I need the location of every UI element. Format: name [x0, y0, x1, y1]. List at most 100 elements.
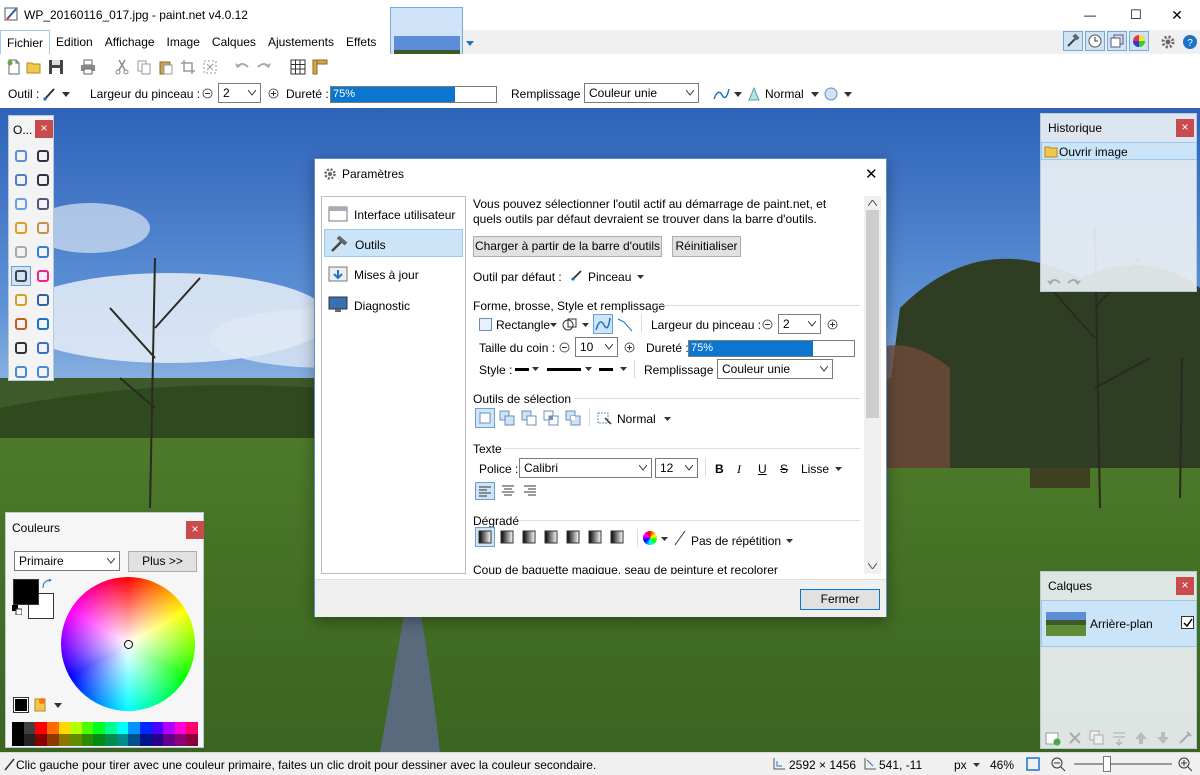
palette-swatch-dark[interactable] [12, 734, 24, 746]
antialiasing-icon[interactable] [712, 86, 730, 102]
undo-icon[interactable] [234, 59, 250, 75]
dialog-fill-combo[interactable]: Couleur unie [717, 359, 833, 379]
merge-layer-icon[interactable] [1111, 730, 1127, 746]
magic-wand-tool-icon[interactable] [11, 218, 31, 238]
palette-swatch[interactable] [35, 722, 47, 734]
history-panel-close-button[interactable]: × [1176, 119, 1194, 137]
palette-swatch[interactable] [23, 722, 36, 734]
delete-layer-icon[interactable] [1067, 730, 1083, 746]
units-selector[interactable]: px [954, 758, 967, 772]
history-redo-icon[interactable] [1067, 276, 1081, 288]
history-item[interactable]: Ouvrir image [1041, 142, 1197, 160]
font-size-combo[interactable]: 12 [655, 458, 698, 478]
dialog-brush-width-combo[interactable]: 2 [778, 314, 821, 334]
lasso-select-tool-icon[interactable] [11, 170, 31, 190]
move-layer-up-icon[interactable] [1133, 730, 1149, 746]
font-family-combo[interactable]: Calibri [519, 458, 652, 478]
palette-swatch-dark[interactable] [93, 734, 105, 746]
palette-swatch-dark[interactable] [174, 734, 187, 746]
close-button[interactable]: ✕ [1154, 0, 1200, 30]
palette-swatch[interactable] [46, 722, 59, 734]
increase-width-icon[interactable] [268, 88, 279, 99]
palette-swatch[interactable] [93, 722, 105, 734]
antialias-off-toggle[interactable] [616, 316, 634, 332]
maximize-button[interactable]: ☐ [1113, 0, 1159, 30]
load-from-toolbar-button[interactable]: Charger à partir de la barre d'outils [473, 236, 662, 257]
color-wheel[interactable] [61, 577, 195, 711]
tools-toggle-button[interactable] [1063, 31, 1083, 51]
default-tool-value[interactable]: Pinceau [588, 270, 631, 284]
line-start-dropdown-icon[interactable] [532, 367, 539, 371]
fill-mode-combo[interactable]: Couleur unie [584, 83, 699, 103]
history-undo-icon[interactable] [1047, 276, 1061, 288]
align-left-toggle[interactable] [475, 482, 495, 500]
palette-swatch[interactable] [81, 722, 94, 734]
palette-dropdown-icon[interactable] [54, 703, 62, 708]
colors-panel-close-button[interactable]: × [186, 521, 204, 539]
scroll-down-icon[interactable] [868, 563, 877, 569]
palette-swatch-dark[interactable] [58, 734, 71, 746]
palette-swatch[interactable] [105, 722, 117, 734]
palette-swatch-dark[interactable] [151, 734, 164, 746]
dash-style-icon[interactable] [547, 368, 581, 371]
recolor-tool-icon[interactable] [33, 314, 53, 334]
grid-icon[interactable] [290, 59, 306, 75]
tools-panel-close-button[interactable]: × [35, 120, 53, 138]
palette-swatch[interactable] [163, 722, 175, 734]
increase-corner-icon[interactable] [624, 342, 635, 353]
selection-exclude-icon[interactable] [521, 410, 537, 426]
clone-stamp-tool-icon[interactable] [11, 314, 31, 334]
color-wheel-cursor[interactable] [124, 640, 133, 649]
line-curve-tool-icon[interactable] [33, 338, 53, 358]
color-mode-combo[interactable]: Primaire [14, 551, 120, 571]
print-icon[interactable] [80, 59, 96, 75]
colors-toggle-button[interactable] [1129, 31, 1149, 51]
align-center-icon[interactable] [499, 483, 517, 499]
blend-mode-value[interactable]: Normal [765, 87, 804, 101]
selection-mode-dropdown-icon[interactable] [844, 92, 852, 97]
selection-union-icon[interactable] [499, 410, 515, 426]
decrease-width-icon[interactable] [202, 88, 213, 99]
dialog-close-icon[interactable]: ✕ [865, 165, 878, 183]
shape-draw-mode-icon[interactable] [561, 316, 579, 332]
zoom-fit-icon[interactable] [1025, 756, 1041, 772]
menu-image[interactable]: Image [161, 30, 206, 54]
default-tool-dropdown-icon[interactable] [637, 275, 644, 279]
zoom-slider-thumb[interactable] [1103, 756, 1111, 772]
paintbrush-icon[interactable] [42, 86, 58, 102]
more-colors-button[interactable]: Plus >> [128, 551, 197, 572]
minimize-button[interactable]: — [1067, 0, 1113, 30]
layer-row[interactable]: Arrière-plan [1041, 600, 1197, 647]
strikeout-toggle[interactable]: S [780, 462, 788, 476]
palette-swatch[interactable] [128, 722, 140, 734]
swap-colors-icon[interactable] [42, 579, 52, 589]
move-selected-tool-icon[interactable] [33, 170, 53, 190]
palette-swatch-dark[interactable] [116, 734, 129, 746]
palette-swatch[interactable] [174, 722, 187, 734]
layer-properties-icon[interactable] [1177, 730, 1193, 746]
palette-swatch-dark[interactable] [105, 734, 117, 746]
line-start-style-icon[interactable] [515, 368, 529, 371]
units-dropdown-icon[interactable] [973, 763, 980, 767]
palette-swatch-dark[interactable] [70, 734, 82, 746]
eraser-tool-icon[interactable] [33, 266, 53, 286]
brush-width-combo[interactable]: 2 [218, 83, 261, 103]
paint-bucket-tool-icon[interactable] [11, 242, 31, 262]
move-layer-down-icon[interactable] [1155, 730, 1171, 746]
align-right-icon[interactable] [521, 483, 539, 499]
pan-tool-icon[interactable] [33, 218, 53, 238]
new-file-icon[interactable] [6, 59, 22, 75]
reset-button[interactable]: Réinitialiser [672, 236, 741, 257]
redo-icon[interactable] [256, 59, 272, 75]
text-antialias-value[interactable]: Lisse [801, 462, 829, 476]
ellipse-select-tool-icon[interactable] [11, 194, 31, 214]
settings-scrollbar[interactable] [864, 196, 881, 574]
palette-swatch-dark[interactable] [35, 734, 47, 746]
selection-mode-value[interactable]: Normal [617, 412, 656, 426]
gradient-radial-icon[interactable] [541, 527, 561, 547]
antialias-on-toggle[interactable] [593, 314, 613, 334]
palette-swatch[interactable] [116, 722, 129, 734]
gradient-repeat-value[interactable]: Pas de répétition [691, 534, 781, 548]
zoom-out-icon[interactable] [1050, 756, 1066, 772]
gradient-diamond-icon[interactable] [519, 527, 539, 547]
